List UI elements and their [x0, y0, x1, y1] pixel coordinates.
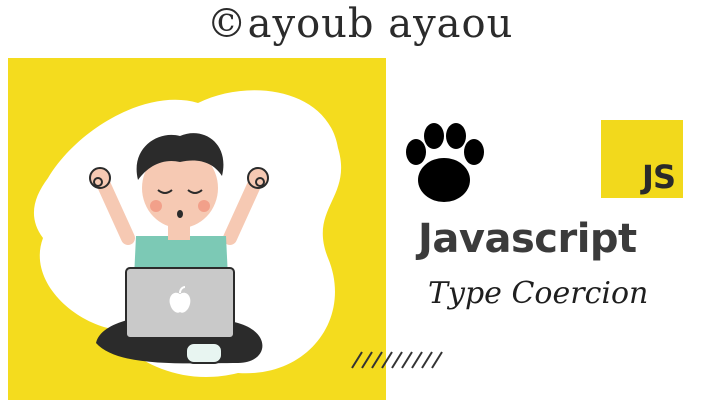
card-subtitle: Type Coercion	[428, 276, 649, 311]
hatch-lines-icon	[351, 351, 443, 369]
card-title: Javascript	[418, 216, 637, 262]
paw-print-icon	[406, 123, 484, 202]
js-logo-text: JS	[642, 158, 676, 196]
js-logo: JS	[601, 120, 683, 198]
watermark-text: ©ayoub ayaou	[206, 1, 514, 47]
promo-card: JS Javascript Type Coercion	[8, 58, 712, 400]
